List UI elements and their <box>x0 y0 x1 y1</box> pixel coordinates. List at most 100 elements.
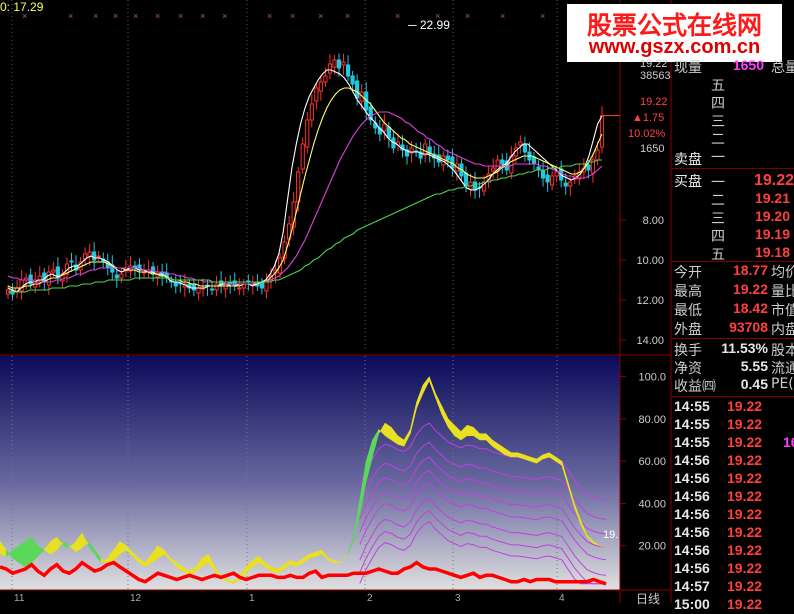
x-axis-label-3: 2 <box>367 593 373 603</box>
tick-time: 14:55 <box>674 434 710 450</box>
stat-row-2-label: 最低 <box>674 303 702 319</box>
price-tick-label-2: 10.00 <box>636 255 664 267</box>
candle-body-77 <box>355 80 360 99</box>
candle-body-25 <box>119 273 124 279</box>
buy-level-0: 一 19.22 <box>671 172 794 191</box>
top-marker-7: × <box>200 11 205 21</box>
candle-body-131 <box>599 115 605 148</box>
tick-price: 19.22 <box>727 398 763 414</box>
stat-row-1-label: 最高 <box>674 284 702 300</box>
tick-row-8: 14:56 19.22 <box>671 542 794 560</box>
candle-body-19 <box>92 251 97 261</box>
stat-row-0-value: 18.77 <box>732 262 768 278</box>
candle-body-14 <box>69 260 74 263</box>
max-price-label: 22.99 <box>419 18 450 32</box>
max-arrow-icon: ─ <box>408 18 417 32</box>
stat-row-1: 最高 19.22 量比 <box>671 281 794 300</box>
stat-row-3-cut-label: 内盘 <box>771 322 794 338</box>
tick-time: 14:56 <box>674 560 710 576</box>
max-price-marker: ─ 22.99 <box>408 18 450 32</box>
x-axis-label-0: 11 <box>14 593 25 603</box>
buy-level-4: 五 19.18 <box>671 244 794 263</box>
period-label[interactable]: 日线 <box>636 590 660 607</box>
close-price-label: 19.22 <box>640 96 668 108</box>
stat-row-1-value: 19.22 <box>732 281 768 297</box>
sell-level-1: 四 <box>671 93 794 112</box>
tick-time: 14:56 <box>674 524 710 540</box>
top-marker-12: × <box>345 11 350 21</box>
tick-row-0: 14:55 19.22 <box>671 398 794 416</box>
tick-time: 14:56 <box>674 470 710 486</box>
tick-price: 19.22 <box>727 560 763 576</box>
fund-row-0: 换手 11.53% 股本 <box>671 340 794 359</box>
candle-body-124 <box>568 181 573 187</box>
candle-body-37 <box>173 281 178 287</box>
price-tick-label-1: 12.00 <box>636 295 664 307</box>
sell-level-3-label: 二 <box>711 132 725 148</box>
top-marker-3: × <box>113 11 118 21</box>
buy-level-3: 四 19.19 <box>671 226 794 245</box>
candle-body-113 <box>518 141 523 146</box>
candle-body-65 <box>300 143 305 170</box>
candle-body-7 <box>37 275 42 281</box>
top-marker-5: × <box>155 11 160 21</box>
tick-price: 19.22 <box>727 416 763 432</box>
candle-body-114 <box>522 144 528 153</box>
fund-row-0-value: 11.53% <box>721 340 768 356</box>
tick-price: 19.22 <box>727 452 763 468</box>
candle-body-120 <box>550 175 555 186</box>
candle-body-71 <box>327 63 333 74</box>
tick-price: 19.22 <box>727 434 763 450</box>
prefix-text: 0: 17.29 <box>0 0 44 14</box>
tick-price: 19.22 <box>727 542 763 558</box>
x-axis-label-4: 3 <box>455 593 461 603</box>
buy-level-1-label: 二 <box>711 193 725 209</box>
candle-body-121 <box>554 171 559 177</box>
change-label: ▲1.75 <box>632 112 665 124</box>
top-marker-13: × <box>395 11 400 21</box>
quote-header: 现量 1650 总量 <box>671 57 794 76</box>
sell-title: 卖盘 <box>674 152 702 168</box>
stat-row-0-label: 今开 <box>674 265 702 281</box>
sell-level-0-label: 五 <box>711 78 725 94</box>
buy-level-3-value: 19.19 <box>754 226 790 242</box>
indicator-axis-bg <box>620 356 671 590</box>
stat-row-1-cut-label: 量比 <box>771 284 794 300</box>
candle-body-74 <box>341 61 346 66</box>
tick-time: 14:55 <box>674 416 710 432</box>
fund-row-1-cut-label: 流通 <box>771 361 794 377</box>
ind-tick-label-0: 20.00 <box>638 541 666 553</box>
x-axis-label-1: 12 <box>130 593 142 603</box>
ind-fill-74 <box>466 424 474 437</box>
fund-row-2-label: 收益㈣ <box>674 379 716 395</box>
top-marker-17: × <box>540 11 545 21</box>
candle-body-128 <box>586 164 591 171</box>
buy-level-1: 二 19.21 <box>671 190 794 209</box>
tick-row-10: 14:57 19.22 <box>671 578 794 596</box>
stat-row-2-cut-label: 市值 <box>771 303 794 319</box>
candle-body-20 <box>96 255 101 258</box>
candle-body-109 <box>500 159 505 165</box>
tick-row-1: 14:55 19.22 <box>671 416 794 434</box>
quote-separator <box>671 168 794 169</box>
tick-price: 19.22 <box>727 524 763 540</box>
tick-price: 19.22 <box>727 596 763 612</box>
ask-volume-label: 1650 <box>640 143 665 155</box>
tick-time: 14:55 <box>674 398 710 414</box>
buy-level-0-value: 19.22 <box>753 172 794 189</box>
total-volume-label: 总量 <box>771 60 794 76</box>
candle-body-118 <box>540 169 546 179</box>
last-volume-label: 38563 <box>640 70 671 82</box>
tick-row-7: 14:56 19.22 <box>671 524 794 542</box>
indicator-current-value: 19. <box>603 529 619 541</box>
candle-body-3 <box>19 279 24 292</box>
ind-tick-label-2: 60.00 <box>638 456 666 468</box>
top-marker-16: × <box>500 11 505 21</box>
tick-time: 14:56 <box>674 542 710 558</box>
change-pct-label: 10.02% <box>628 128 666 140</box>
top-marker-4: × <box>133 11 138 21</box>
top-marker-11: × <box>318 11 323 21</box>
current-volume-label: 现量 <box>674 60 702 76</box>
sell-level-3: 二 <box>671 129 794 148</box>
stat-row-3-value: 93708 <box>729 319 768 335</box>
